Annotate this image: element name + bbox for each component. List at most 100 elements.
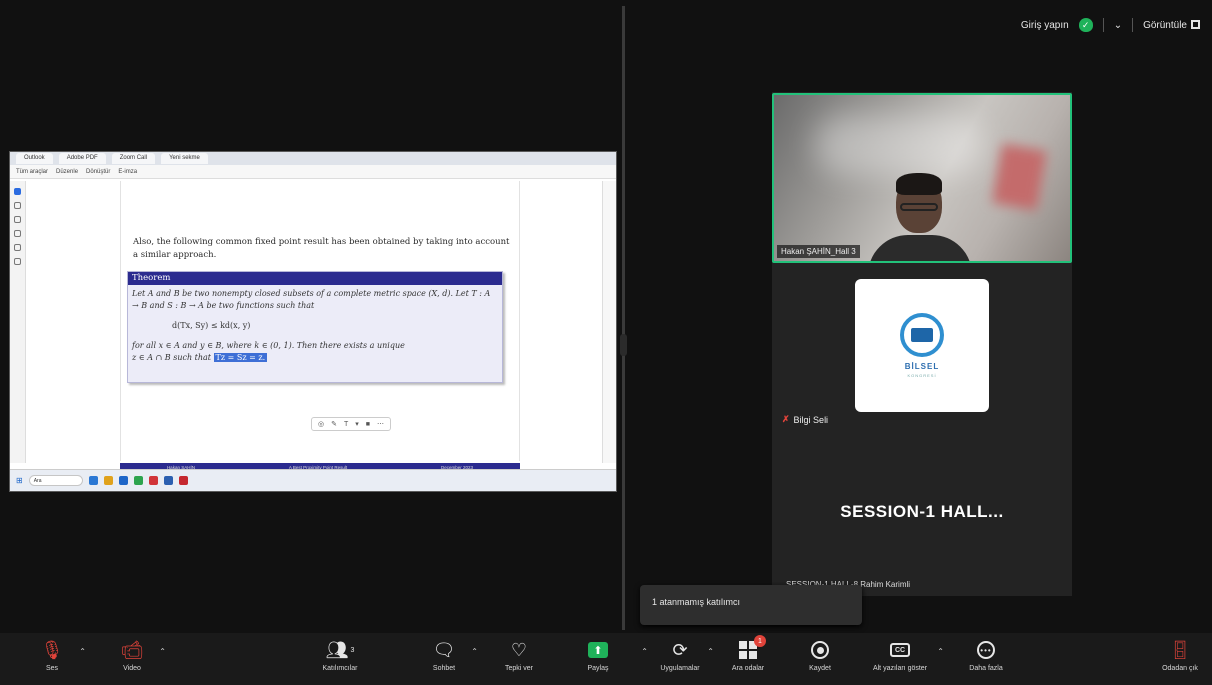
chat-button[interactable]: 🗨︎ ⌃ Sohbet bbox=[414, 637, 478, 673]
chevron-up-icon[interactable]: ⌃ bbox=[471, 647, 478, 656]
taskbar-app-icon bbox=[133, 476, 143, 485]
taskbar-app-icon bbox=[178, 476, 188, 485]
theorem-text: z ∈ A ∩ B such that bbox=[132, 353, 211, 362]
slide-paragraph: Also, the following common fixed point r… bbox=[133, 237, 510, 260]
participant-name-tag: Hakan ŞAHİN_Hall 3 bbox=[777, 245, 860, 258]
chat-label: Sohbet bbox=[432, 665, 456, 672]
view-grid-icon bbox=[1191, 20, 1200, 30]
chevron-up-icon[interactable]: ⌃ bbox=[79, 647, 86, 656]
share-button[interactable]: ⬆ ⌃ Paylaş bbox=[568, 637, 648, 672]
select-tool-icon bbox=[14, 188, 21, 195]
pdf-slide: Also, the following common fixed point r… bbox=[120, 181, 520, 461]
share-icon: ⬆ bbox=[588, 637, 608, 663]
pdf-tool: Tüm araçlar bbox=[16, 168, 49, 175]
windows-taskbar: ⊞ Ara bbox=[10, 469, 616, 491]
participants-count: 3 bbox=[350, 646, 355, 654]
unassigned-participants-popup[interactable]: 1 atanmamış katılımcı bbox=[640, 585, 862, 625]
taskbar-app-icon bbox=[103, 476, 113, 485]
zoom-meeting-window: Giriş yapın ✓ ⌄ Görüntüle Outlook Adobe … bbox=[0, 0, 1212, 685]
sign-tool-icon bbox=[14, 258, 21, 265]
video-button[interactable]: 📹︎ ⌃ Video bbox=[102, 637, 166, 673]
taskbar-app-icon bbox=[118, 476, 128, 485]
logo-subtext: KONGRESİ bbox=[907, 373, 937, 378]
react-button[interactable]: ♡ Tepki ver bbox=[489, 637, 549, 673]
video-background bbox=[814, 115, 984, 175]
top-bar: Giriş yapın ✓ ⌄ Görüntüle bbox=[1021, 18, 1200, 32]
leave-label: Odadan çık bbox=[1162, 665, 1198, 672]
record-button[interactable]: Kaydet bbox=[790, 637, 850, 672]
view-button[interactable]: Görüntüle bbox=[1143, 20, 1200, 31]
captions-label: Alt yazıları göster bbox=[872, 665, 928, 672]
meeting-toolbar: 🎙︎ ⌃ Ses 📹︎ ⌃ Video 👥︎ 3 Katılımcılar 🗨︎ … bbox=[0, 633, 1212, 685]
logo-text: BİLSEL bbox=[904, 362, 940, 371]
chevron-down-icon[interactable]: ⌄ bbox=[1114, 20, 1122, 31]
audio-button[interactable]: 🎙︎ ⌃ Ses bbox=[22, 637, 86, 673]
comment-icon: ◎ bbox=[318, 421, 325, 428]
record-icon bbox=[811, 637, 829, 663]
leave-button[interactable]: 🚪︎ Odadan çık bbox=[1150, 637, 1210, 673]
divider bbox=[1132, 18, 1134, 32]
windows-start-icon: ⊞ bbox=[16, 476, 23, 485]
taskbar-app-icon bbox=[163, 476, 173, 485]
shape-tool-icon bbox=[14, 230, 21, 237]
chevron-up-icon[interactable]: ⌃ bbox=[641, 647, 648, 656]
pdf-toolbar: Tüm araçlar Düzenle Dönüştür E-imza bbox=[10, 165, 616, 179]
pdf-tool: Düzenle bbox=[56, 168, 79, 175]
record-circle-icon bbox=[811, 641, 829, 659]
theorem-line: z ∈ A ∩ B such that Tz = Sz = z. bbox=[132, 352, 498, 364]
apps-icon: ⟳ bbox=[672, 639, 688, 660]
pdf-tool: E-imza bbox=[118, 168, 138, 175]
highlight-icon: ▾ bbox=[355, 421, 359, 428]
leave-door-icon: 🚪︎ bbox=[1168, 639, 1192, 660]
theorem-title: Theorem bbox=[128, 272, 502, 285]
participant-logo-tile[interactable]: BİLSEL KONGRESİ bbox=[855, 279, 989, 412]
highlighted-text: Tz = Sz = z. bbox=[213, 353, 268, 362]
chevron-up-icon[interactable]: ⌃ bbox=[159, 647, 166, 656]
split-divider-handle[interactable] bbox=[620, 334, 627, 356]
view-label: Görüntüle bbox=[1143, 19, 1187, 31]
audio-label: Ses bbox=[45, 665, 59, 672]
share-arrow-icon: ⬆ bbox=[588, 642, 608, 658]
active-speaker-video[interactable]: Hakan ŞAHİN_Hall 3 bbox=[772, 93, 1072, 263]
divider bbox=[1102, 18, 1104, 32]
share-label: Paylaş bbox=[587, 665, 609, 672]
chevron-up-icon[interactable]: ⌃ bbox=[707, 647, 714, 656]
text-tool-icon bbox=[14, 244, 21, 251]
draw-tool-icon bbox=[14, 216, 21, 223]
theorem-line: Let A and B be two nonempty closed subse… bbox=[132, 289, 491, 310]
speaker-figure bbox=[896, 173, 942, 195]
more-icon: ⋯ bbox=[377, 421, 385, 428]
comment-tool-icon bbox=[14, 202, 21, 209]
cc-icon: CC bbox=[890, 643, 910, 657]
shared-screen: Outlook Adobe PDF Zoom Call Yeni sekme T… bbox=[9, 151, 617, 492]
more-button[interactable]: ••• Daha fazla bbox=[956, 637, 1016, 672]
chevron-up-icon[interactable]: ⌃ bbox=[937, 647, 944, 656]
apps-button[interactable]: ⟳ ⌃ Uygulamalar bbox=[650, 637, 714, 673]
text-icon: T bbox=[343, 420, 349, 428]
breakout-icon: 1 bbox=[739, 635, 766, 663]
participant-label: ✗ Bilgi Seli bbox=[782, 414, 828, 425]
chat-icon: 🗨︎ bbox=[432, 639, 456, 660]
theorem-line: for all x ∈ A and y ∈ B, where k ∈ (0, 1… bbox=[132, 341, 405, 350]
browser-tab: Adobe PDF bbox=[58, 153, 106, 164]
apps-label: Uygulamalar bbox=[660, 665, 700, 672]
pdf-right-rail bbox=[602, 181, 616, 463]
participants-button[interactable]: 👥︎ 3 Katılımcılar bbox=[310, 637, 370, 673]
mic-off-icon: 🎙︎ bbox=[40, 639, 64, 660]
grid-icon: 1 bbox=[739, 635, 766, 659]
captions-button[interactable]: CC ⌃ Alt yazıları göster bbox=[870, 637, 944, 672]
breakout-rooms-button[interactable]: 1 Ara odalar bbox=[718, 635, 778, 672]
encryption-shield-icon[interactable]: ✓ bbox=[1078, 18, 1093, 32]
browser-tab: Zoom Call bbox=[111, 153, 156, 164]
split-divider[interactable] bbox=[622, 6, 625, 630]
heart-icon: ♡ bbox=[510, 639, 528, 660]
taskbar-app-icon bbox=[88, 476, 98, 485]
sign-in-link[interactable]: Giriş yapın bbox=[1021, 20, 1069, 31]
captions-icon: CC bbox=[890, 637, 910, 663]
participant-name: Bilgi Seli bbox=[793, 414, 829, 425]
more-label: Daha fazla bbox=[969, 665, 1003, 672]
video-label: Video bbox=[123, 665, 141, 672]
browser-tab: Outlook bbox=[16, 153, 53, 164]
breakout-label: Ara odalar bbox=[731, 665, 765, 672]
notification-badge: 1 bbox=[754, 635, 766, 647]
